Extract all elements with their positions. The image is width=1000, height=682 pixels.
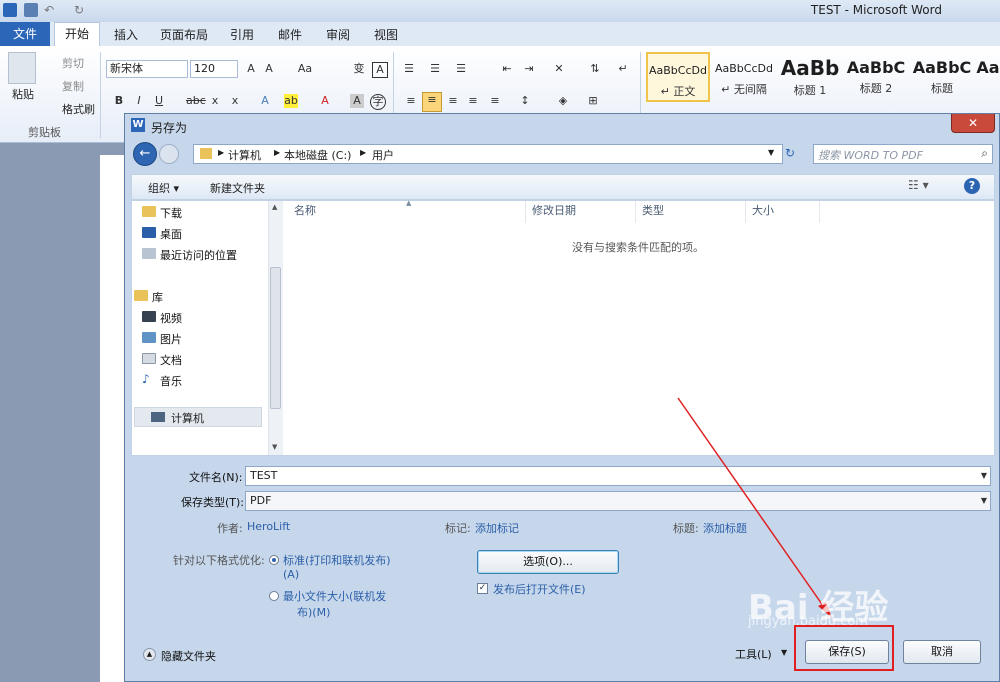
- watermark-url: jingyan.baidu.com: [748, 614, 868, 629]
- highlight-box: [794, 625, 894, 671]
- arrow-line: [677, 397, 827, 611]
